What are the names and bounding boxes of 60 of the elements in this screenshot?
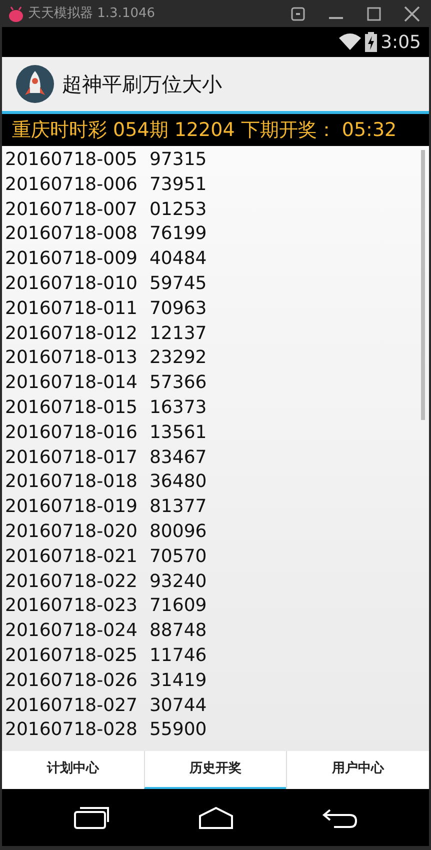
draw-period: 20160718-016 xyxy=(5,422,138,443)
wifi-icon xyxy=(338,33,361,51)
draw-period: 20160718-028 xyxy=(5,719,138,740)
draw-number: 80096 xyxy=(149,520,207,542)
battery-icon xyxy=(364,32,377,52)
draw-number: 36480 xyxy=(149,471,207,492)
draw-number: 83467 xyxy=(149,446,207,468)
draw-period: 20160718-010 xyxy=(5,272,138,294)
draw-period: 20160718-024 xyxy=(5,620,138,642)
draw-period: 20160718-020 xyxy=(5,520,138,542)
draw-number: 97315 xyxy=(149,149,207,170)
draw-number: 12137 xyxy=(149,322,207,344)
recent-apps-icon[interactable] xyxy=(74,806,110,830)
draw-number: 30744 xyxy=(149,694,207,716)
draw-number: 55900 xyxy=(149,719,207,740)
draw-number: 70963 xyxy=(149,298,207,319)
draw-period: 20160718-023 xyxy=(5,595,138,616)
draw-number: 71609 xyxy=(149,595,207,616)
draw-period: 20160718-018 xyxy=(5,471,138,492)
draw-number: 13561 xyxy=(149,422,207,443)
draw-number: 76199 xyxy=(149,223,207,244)
draw-period: 20160718-022 xyxy=(5,570,138,592)
draw-period: 20160718-027 xyxy=(5,694,138,716)
draw-period: 20160718-019 xyxy=(5,496,138,518)
draw-period: 20160718-017 xyxy=(5,446,138,468)
draw-period: 20160718-007 xyxy=(5,198,138,220)
draw-number: 16373 xyxy=(149,396,207,418)
draw-number: 88748 xyxy=(149,620,207,642)
draw-info-text: 重庆时时彩 054期 12204 下期开奖： 05:32 xyxy=(12,118,397,143)
rocket-logo-icon xyxy=(16,65,54,103)
draw-period: 20160718-014 xyxy=(5,372,138,394)
draw-number: 40484 xyxy=(149,248,207,270)
draw-number: 93240 xyxy=(149,570,207,592)
app-title: 超神平刷万位大小 xyxy=(62,71,222,98)
scrollbar-thumb[interactable] xyxy=(421,150,425,420)
draw-number: 11746 xyxy=(149,644,207,666)
draw-number: 81377 xyxy=(149,496,207,518)
clock: 3:05 xyxy=(380,30,421,54)
draw-period: 20160718-021 xyxy=(5,546,138,567)
draw-period: 20160718-025 xyxy=(5,644,138,666)
draw-period: 20160718-008 xyxy=(5,223,138,244)
draw-number: 59745 xyxy=(149,272,207,294)
draw-number: 01253 xyxy=(149,198,207,220)
draw-period: 20160718-009 xyxy=(5,248,138,270)
draw-period: 20160718-005 xyxy=(5,149,138,170)
draw-number: 31419 xyxy=(149,670,207,691)
draw-period: 20160718-012 xyxy=(5,322,138,344)
draw-period: 20160718-011 xyxy=(5,298,138,319)
window-title: 天天模拟器 1.3.1046 xyxy=(28,4,156,23)
app-logo-icon xyxy=(8,6,24,22)
draw-period: 20160718-006 xyxy=(5,174,138,195)
draw-period: 20160718-015 xyxy=(5,396,138,418)
draw-number: 73951 xyxy=(149,174,207,195)
home-icon[interactable] xyxy=(198,806,234,830)
draw-number: 23292 xyxy=(149,347,207,368)
draw-period: 20160718-013 xyxy=(5,347,138,368)
draw-number: 57366 xyxy=(149,372,207,394)
draw-period: 20160718-026 xyxy=(5,670,138,691)
tab[interactable]: 历史开奖 xyxy=(144,751,286,789)
draw-number: 70570 xyxy=(149,546,207,567)
